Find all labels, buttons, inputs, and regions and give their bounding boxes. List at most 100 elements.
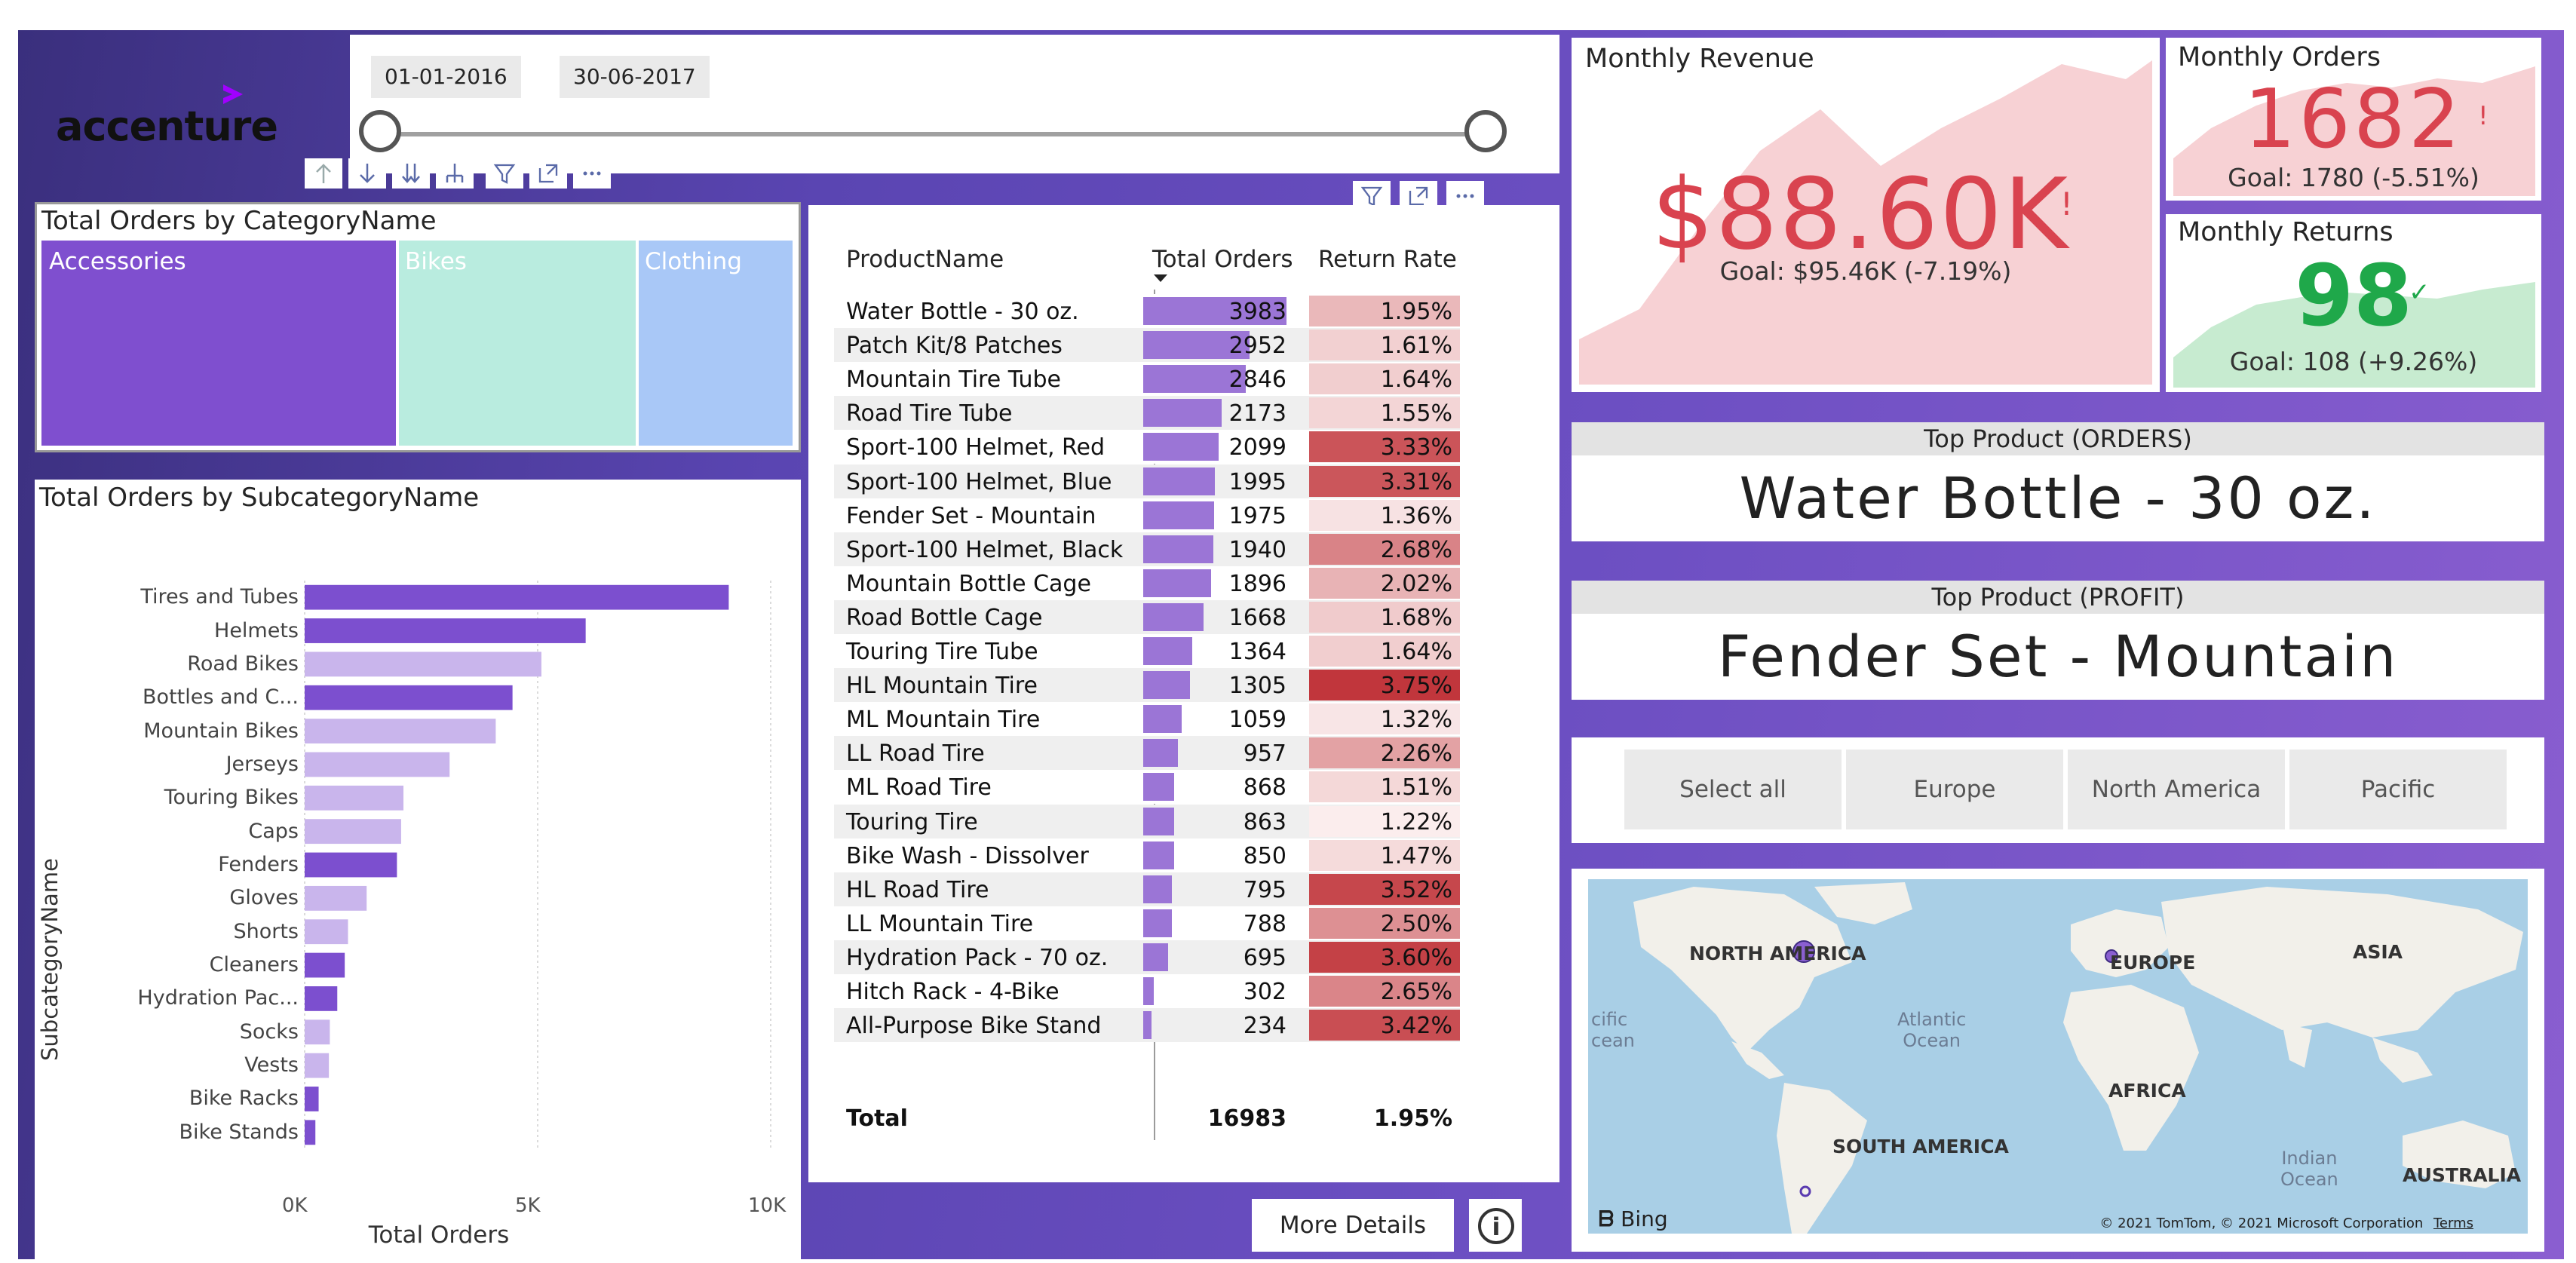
column-header-product[interactable]: ProductName	[846, 246, 1004, 273]
bar-vests[interactable]	[305, 1053, 330, 1078]
bar-touring-bikes[interactable]	[305, 785, 404, 811]
bar-jerseys[interactable]	[305, 752, 450, 777]
filter-icon[interactable]	[486, 158, 523, 189]
end-date-input[interactable]: 30-06-2017	[560, 56, 710, 98]
table-row[interactable]: Fender Set - Mountain 1975 1.36%	[834, 498, 1460, 532]
top-product-orders-card: Top Product (ORDERS) Water Bottle - 30 o…	[1572, 422, 2544, 541]
table-row[interactable]: Mountain Bottle Cage 1896 2.02%	[834, 566, 1460, 600]
table-row[interactable]: Patch Kit/8 Patches 2952 1.61%	[834, 328, 1460, 363]
start-date-input[interactable]: 01-01-2016	[371, 56, 521, 98]
slider-track[interactable]	[380, 132, 1472, 136]
bar-tires-and-tubes[interactable]	[305, 584, 729, 610]
slider-handle-start[interactable]	[359, 110, 401, 152]
treemap-tile-bikes[interactable]: Bikes	[399, 241, 636, 446]
bar-socks[interactable]	[305, 1019, 330, 1045]
map-label-asia: ASIA	[2353, 941, 2403, 963]
drill-up-icon[interactable]	[305, 158, 342, 189]
column-header-orders[interactable]: Total Orders	[1152, 246, 1293, 273]
table-row[interactable]: HL Road Tire 795 3.52%	[834, 872, 1460, 906]
category-label: Bike Racks	[189, 1087, 299, 1111]
treemap-tile-clothing[interactable]: Clothing	[639, 241, 793, 446]
table-row[interactable]: Hydration Pack - 70 oz. 695 3.60%	[834, 940, 1460, 974]
bar-helmets[interactable]	[305, 618, 586, 643]
product-name: Touring Tire	[846, 808, 978, 835]
terms-link[interactable]: Terms	[2433, 1215, 2473, 1231]
region-pacific[interactable]: Pacific	[2289, 750, 2507, 829]
table-row[interactable]: Touring Tire 863 1.22%	[834, 804, 1460, 838]
treemap-tile-accessories[interactable]: Accessories	[41, 241, 396, 446]
map-canvas[interactable]: NORTH AMERICA EUROPE ASIA AFRICA SOUTH A…	[1588, 879, 2528, 1234]
drill-down-icon[interactable]	[348, 158, 386, 189]
bing-label: Bing	[1621, 1206, 1668, 1231]
top-product-orders-header: Top Product (ORDERS)	[1572, 422, 2544, 455]
top-product-profit-header: Top Product (PROFIT)	[1572, 581, 2544, 614]
bar-cleaners[interactable]	[305, 952, 345, 978]
bar-fenders[interactable]	[305, 852, 397, 878]
orders-value: 2173	[1228, 400, 1286, 428]
table-row[interactable]: Sport-100 Helmet, Black 1940 2.68%	[834, 532, 1460, 566]
table-row[interactable]: All-Purpose Bike Stand 234 3.42%	[834, 1008, 1460, 1043]
x-axis-ticks: 0K 5K 10K	[282, 1194, 786, 1220]
table-row[interactable]: Hitch Rack - 4-Bike 302 2.65%	[834, 974, 1460, 1008]
bar-gloves[interactable]	[305, 885, 367, 911]
return-rate-value: 3.31%	[1380, 468, 1452, 495]
map-label-europe: EUROPE	[2110, 952, 2196, 973]
return-rate-value: 2.65%	[1380, 979, 1452, 1005]
table-row[interactable]: Water Bottle - 30 oz. 3983 1.95%	[834, 294, 1460, 328]
bar-bottles-and-c-[interactable]	[305, 685, 513, 710]
table-row[interactable]: LL Road Tire 957 2.26%	[834, 736, 1460, 771]
revenue-alert-icon: !	[2060, 185, 2073, 222]
more-options-icon[interactable]	[573, 158, 611, 189]
table-row[interactable]: Touring Tire Tube 1364 1.64%	[834, 634, 1460, 668]
category-label: Jerseys	[225, 752, 299, 776]
table-row[interactable]: Road Tire Tube 2173 1.55%	[834, 396, 1460, 431]
table-row[interactable]: Bike Wash - Dissolver 850 1.47%	[834, 838, 1460, 872]
tile-label: Bikes	[405, 248, 467, 275]
orders-value: 1975	[1228, 502, 1286, 529]
bar-road-bikes[interactable]	[305, 651, 541, 677]
bar-mountain-bikes[interactable]	[305, 719, 496, 743]
return-rate-value: 3.60%	[1380, 944, 1452, 971]
table-row[interactable]: Sport-100 Helmet, Red 2099 3.33%	[834, 430, 1460, 464]
table-row[interactable]: HL Mountain Tire 1305 3.75%	[834, 668, 1460, 703]
category-label: Cleaners	[209, 953, 299, 977]
table-row[interactable]: Road Bottle Cage 1668 1.68%	[834, 599, 1460, 634]
orders-value: 1896	[1228, 570, 1286, 597]
region-select-all[interactable]: Select all	[1624, 750, 1842, 829]
bar-bike-racks[interactable]	[305, 1087, 319, 1111]
revenue-goal: Goal: $95.46K (-7.19%)	[1719, 256, 2012, 286]
table-row[interactable]: ML Mountain Tire 1059 1.32%	[834, 702, 1460, 737]
orders-value: 3983	[1228, 299, 1286, 325]
monthly-returns-card: Monthly Returns 98 ✓ Goal: 108 (+9.26%)	[2166, 214, 2541, 392]
category-label: Caps	[248, 819, 299, 843]
category-label: Touring Bikes	[164, 786, 299, 810]
return-rate-value: 1.22%	[1380, 808, 1452, 835]
bar-plot-area	[303, 581, 772, 1149]
product-name: Road Tire Tube	[846, 400, 1013, 428]
bar-shorts[interactable]	[305, 919, 348, 945]
top-product-profit-card: Top Product (PROFIT) Fender Set - Mounta…	[1572, 581, 2544, 700]
bar-caps[interactable]	[305, 819, 401, 845]
bar-hydration-pac-[interactable]	[305, 986, 338, 1011]
returns-goal: Goal: 108 (+9.26%)	[2229, 347, 2478, 376]
expand-hierarchy-icon[interactable]	[436, 158, 474, 189]
focus-mode-icon[interactable]	[529, 158, 567, 189]
column-header-return-rate[interactable]: Return Rate	[1318, 246, 1457, 273]
info-button[interactable]: i	[1469, 1199, 1522, 1252]
table-row[interactable]: Sport-100 Helmet, Blue 1995 3.31%	[834, 464, 1460, 498]
copyright-text: © 2021 TomTom, © 2021 Microsoft Corporat…	[2099, 1215, 2424, 1231]
table-row[interactable]: Mountain Tire Tube 2846 1.64%	[834, 362, 1460, 397]
expand-next-level-icon[interactable]	[392, 158, 430, 189]
slider-handle-end[interactable]	[1464, 110, 1507, 152]
table-row[interactable]: LL Mountain Tire 788 2.50%	[834, 906, 1460, 940]
more-details-button[interactable]: More Details	[1252, 1199, 1454, 1252]
region-north-america[interactable]: North America	[2068, 750, 2285, 829]
sort-descending-icon	[1154, 274, 1167, 282]
region-europe[interactable]: Europe	[1846, 750, 2063, 829]
return-rate-value: 1.51%	[1380, 774, 1452, 802]
orders-value: 850	[1243, 842, 1286, 869]
table-row[interactable]: ML Road Tire 868 1.51%	[834, 770, 1460, 805]
bar-bike-stands[interactable]	[305, 1120, 316, 1145]
orders-value: 868	[1243, 774, 1286, 802]
category-treemap: Total Orders by CategoryName Accessories…	[35, 202, 801, 452]
